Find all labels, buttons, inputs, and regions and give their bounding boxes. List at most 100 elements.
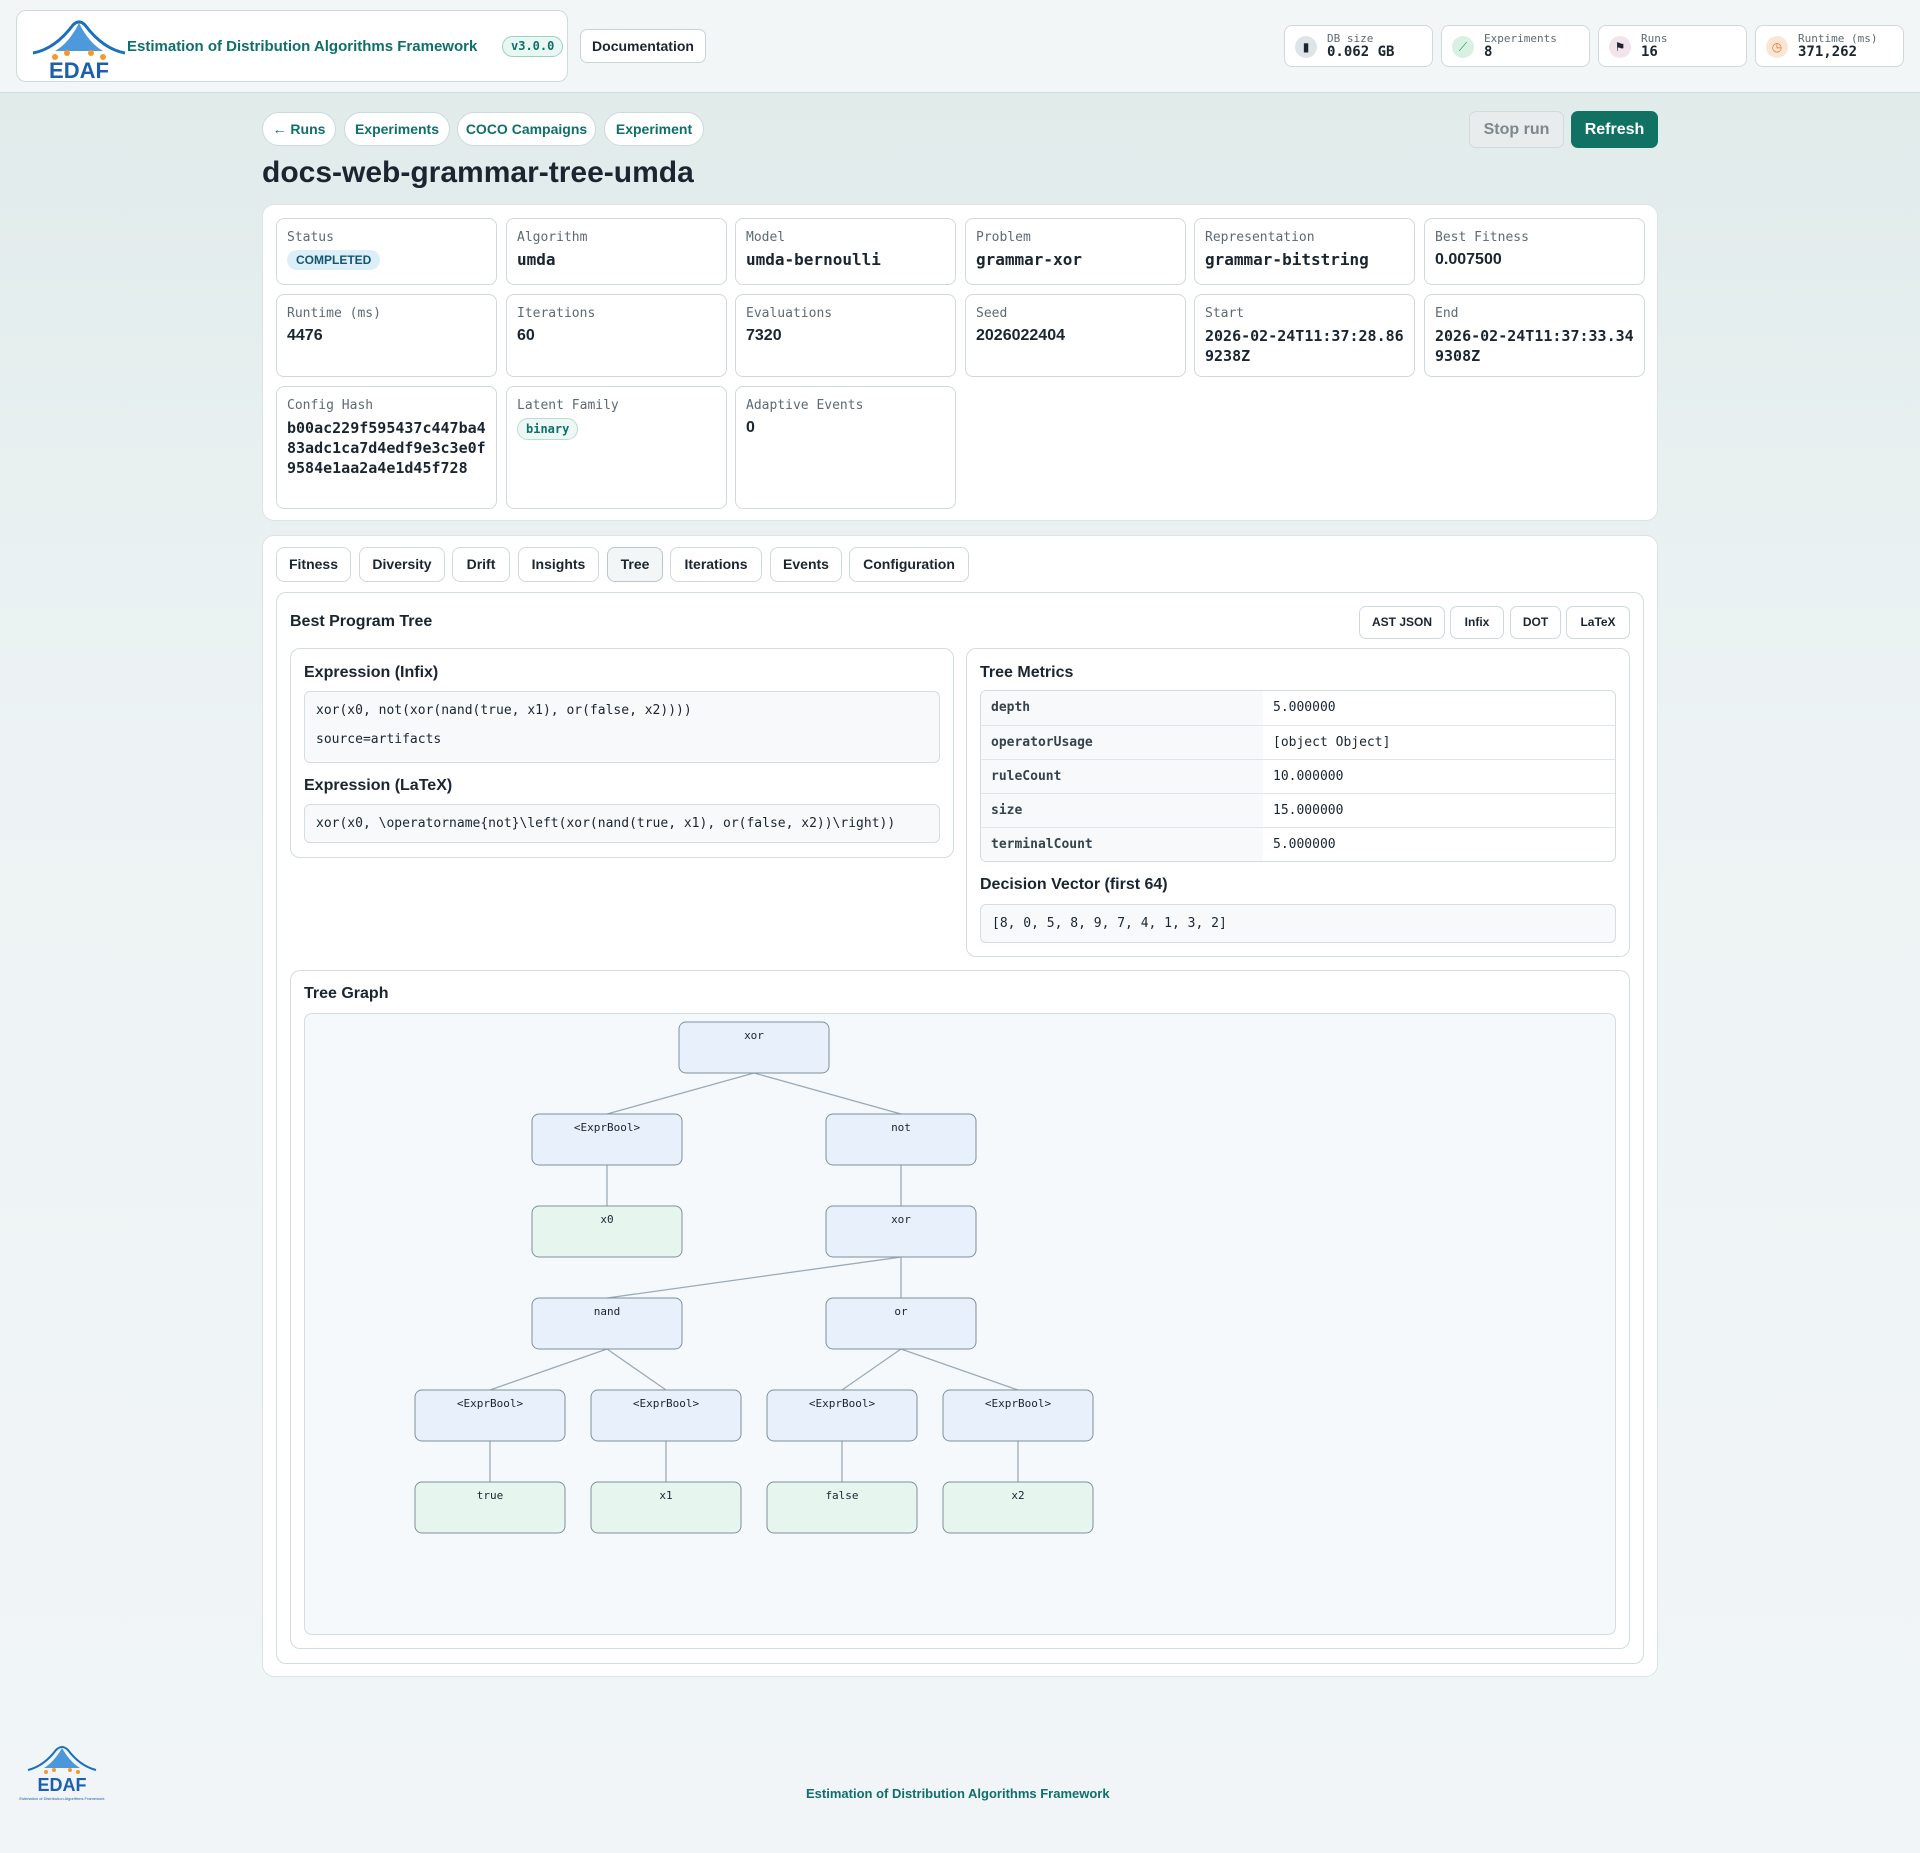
runtime-field: Runtime (ms) 4476 bbox=[276, 294, 497, 377]
flask-icon: ⟋ bbox=[1452, 36, 1474, 58]
back-to-runs-link[interactable]: ← Runs bbox=[262, 112, 336, 146]
top-header: EDAF Estimation of Distribution Algorith… bbox=[0, 0, 1920, 93]
field-label: Evaluations bbox=[746, 306, 833, 321]
tab-iterations[interactable]: Iterations bbox=[670, 547, 762, 582]
metric-key: depth bbox=[981, 691, 1263, 725]
metric-key: ruleCount bbox=[981, 760, 1263, 793]
tree-node: xor bbox=[825, 1205, 977, 1258]
coco-campaigns-link[interactable]: COCO Campaigns bbox=[457, 112, 596, 146]
field-label: Iterations bbox=[517, 306, 596, 321]
documentation-button[interactable]: Documentation bbox=[580, 29, 706, 63]
metric-key: terminalCount bbox=[981, 828, 1263, 861]
tree-node: <ExprBool> bbox=[531, 1113, 683, 1166]
version-badge: v3.0.0 bbox=[502, 36, 564, 57]
tree-edge bbox=[753, 1072, 902, 1115]
tree-leaf-node: x0 bbox=[531, 1205, 683, 1258]
metric-value: 10.000000 bbox=[1273, 769, 1344, 784]
tab-drift[interactable]: Drift bbox=[452, 547, 510, 582]
algorithm-field: Algorithm umda bbox=[506, 218, 727, 285]
experiments-link[interactable]: Experiments bbox=[344, 112, 450, 146]
tree-node-label: <ExprBool> bbox=[633, 1397, 700, 1410]
tree-edge bbox=[606, 1348, 667, 1391]
field-value: grammar-bitstring bbox=[1205, 250, 1369, 269]
tree-graph-title: Tree Graph bbox=[304, 985, 389, 1002]
metric-key: operatorUsage bbox=[981, 726, 1263, 759]
metric-key: size bbox=[981, 794, 1263, 827]
representation-field: Representation grammar-bitstring bbox=[1194, 218, 1415, 285]
tree-node-label: true bbox=[477, 1489, 504, 1502]
infix-title: Expression (Infix) bbox=[304, 664, 439, 681]
field-value: 2026022404 bbox=[976, 327, 1065, 344]
tree-leaf-node: x2 bbox=[942, 1481, 1094, 1534]
seed-field: Seed 2026022404 bbox=[965, 294, 1186, 377]
tree-node: <ExprBool> bbox=[766, 1389, 918, 1442]
stop-run-button[interactable]: Stop run bbox=[1469, 111, 1564, 148]
infix-button[interactable]: Infix bbox=[1450, 606, 1504, 639]
stat-value: 8 bbox=[1484, 44, 1493, 60]
run-summary-card: Status COMPLETED Algorithm umda Model um… bbox=[262, 204, 1658, 521]
latent-family-field: Latent Family binary bbox=[506, 386, 727, 509]
stat-experiments: ⟋ Experiments 8 bbox=[1441, 25, 1590, 67]
field-label: Best Fitness bbox=[1435, 230, 1529, 245]
edaf-logo: EDAF bbox=[25, 17, 135, 83]
decision-vector-title: Decision Vector (first 64) bbox=[980, 876, 1168, 893]
infix-expression-box: xor(x0, not(xor(nand(true, x1), or(false… bbox=[304, 691, 940, 763]
tab-fitness[interactable]: Fitness bbox=[276, 547, 351, 582]
latex-expression: xor(x0, \operatorname{not}\left(xor(nand… bbox=[304, 804, 940, 843]
app-title: Estimation of Distribution Algorithms Fr… bbox=[127, 38, 478, 55]
field-value: 2026-02-24T11:37:33.349308Z bbox=[1435, 327, 1634, 365]
status-field: Status COMPLETED bbox=[276, 218, 497, 285]
field-value: 4476 bbox=[287, 327, 323, 344]
tab-insights[interactable]: Insights bbox=[518, 547, 599, 582]
field-value: 0.007500 bbox=[1435, 251, 1502, 268]
footer-logo-caption: Estimation of Distribution Algorithms Fr… bbox=[19, 1796, 104, 1801]
brand-card[interactable]: EDAF Estimation of Distribution Algorith… bbox=[16, 10, 568, 83]
field-value: umda-bernoulli bbox=[746, 250, 881, 269]
latex-button[interactable]: LaTeX bbox=[1566, 606, 1630, 639]
decision-vector: [8, 0, 5, 8, 9, 7, 4, 1, 3, 2] bbox=[980, 904, 1616, 943]
dot-button[interactable]: DOT bbox=[1510, 606, 1561, 639]
field-label: Status bbox=[287, 230, 334, 245]
field-value: 60 bbox=[517, 327, 535, 344]
tree-leaf-node: true bbox=[414, 1481, 566, 1534]
field-value: b00ac229f595437c447ba483adc1ca7d4edf9e3c… bbox=[287, 419, 486, 477]
tab-tree[interactable]: Tree bbox=[607, 547, 663, 582]
stat-label: Experiments bbox=[1484, 32, 1557, 45]
tree-node-label: <ExprBool> bbox=[809, 1397, 876, 1410]
logo-text: EDAF bbox=[49, 58, 109, 79]
tab-diversity[interactable]: Diversity bbox=[359, 547, 445, 582]
tree-node: <ExprBool> bbox=[942, 1389, 1094, 1442]
stat-value: 0.062 GB bbox=[1327, 44, 1395, 60]
stat-runs: ⚑ Runs 16 bbox=[1598, 25, 1747, 67]
stat-value: 16 bbox=[1641, 44, 1658, 60]
stopwatch-icon: ◷ bbox=[1766, 36, 1788, 58]
stat-value: 371,262 bbox=[1798, 44, 1858, 60]
field-label: Latent Family bbox=[517, 398, 619, 413]
tree-graph-canvas[interactable]: xor <ExprBool> not x0 xor nand or <ExprBool> <Ex… bbox=[304, 1013, 1616, 1635]
metric-value: 15.000000 bbox=[1273, 803, 1344, 818]
tree-node-label: x1 bbox=[659, 1489, 672, 1502]
metric-row: ruleCount 10.000000 bbox=[981, 759, 1615, 793]
end-field: End 2026-02-24T11:37:33.349308Z bbox=[1424, 294, 1645, 377]
tree-node-label: not bbox=[891, 1121, 911, 1134]
field-label: Representation bbox=[1205, 230, 1315, 245]
field-label: Start bbox=[1205, 306, 1245, 321]
status-badge: COMPLETED bbox=[287, 250, 381, 270]
footer-logo-text: EDAF bbox=[38, 1775, 87, 1795]
tree-edge bbox=[606, 1072, 755, 1115]
tree-node-label: <ExprBool> bbox=[574, 1121, 641, 1134]
tree-node-label: nand bbox=[594, 1305, 621, 1318]
field-value: 2026-02-24T11:37:28.869238Z bbox=[1205, 327, 1404, 365]
infix-source: source=artifacts bbox=[316, 732, 442, 747]
tab-configuration[interactable]: Configuration bbox=[849, 547, 969, 582]
tab-events[interactable]: Events bbox=[770, 547, 842, 582]
tree-node-label: x2 bbox=[1011, 1489, 1024, 1502]
stat-db-size: ▮ DB size 0.062 GB bbox=[1284, 25, 1433, 67]
field-label: Problem bbox=[976, 230, 1031, 245]
refresh-button[interactable]: Refresh bbox=[1571, 111, 1658, 148]
ast-json-button[interactable]: AST JSON bbox=[1359, 606, 1445, 639]
experiment-link[interactable]: Experiment bbox=[604, 112, 704, 146]
field-value: 0 bbox=[746, 419, 755, 436]
infix-expression: xor(x0, not(xor(nand(true, x1), or(false… bbox=[316, 703, 692, 718]
tree-node-label: or bbox=[894, 1305, 908, 1318]
